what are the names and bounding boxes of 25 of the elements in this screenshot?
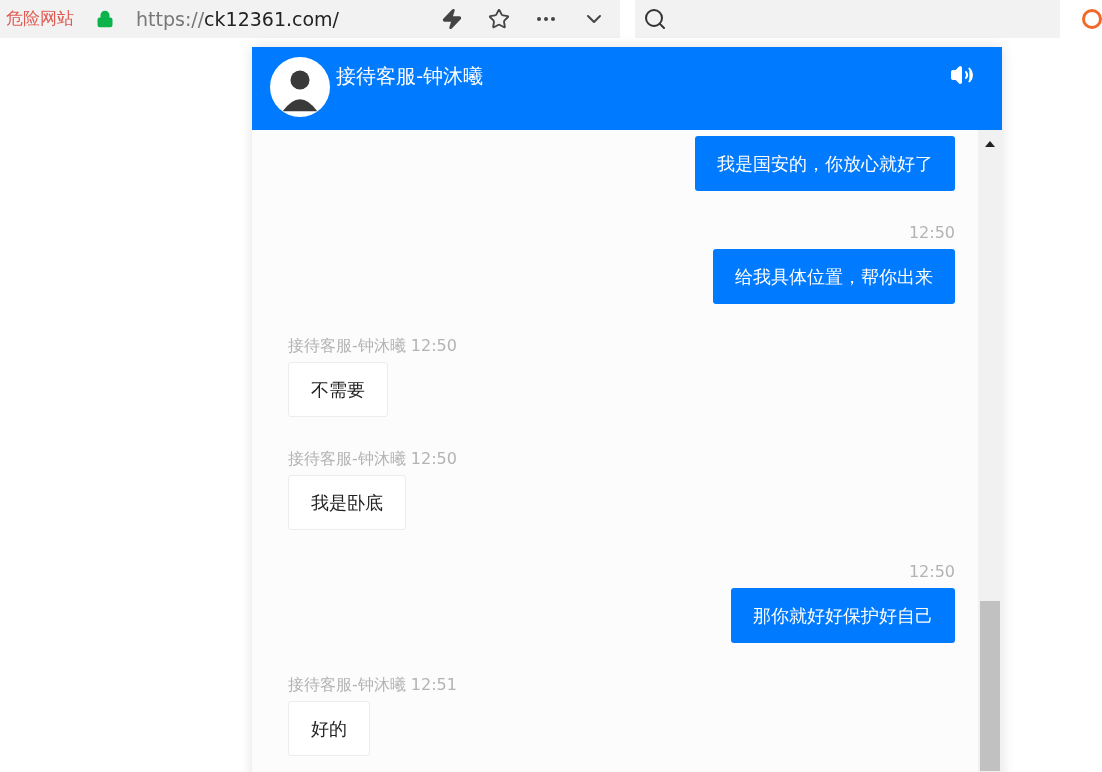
message-bubble: 我是国安的，你放心就好了 bbox=[695, 136, 955, 191]
search-icon bbox=[643, 7, 668, 31]
url-text: https://ck12361.com/ bbox=[136, 6, 340, 32]
message-bubble: 不需要 bbox=[288, 362, 388, 417]
message-bubble: 那你就好好保护好自己 bbox=[731, 588, 955, 643]
message-meta: 接待客服-钟沐曦 12:51 bbox=[288, 675, 457, 695]
search-field[interactable] bbox=[635, 0, 1060, 38]
lock-icon bbox=[96, 10, 114, 28]
scrollbar[interactable] bbox=[978, 130, 1002, 772]
lightning-icon[interactable] bbox=[441, 8, 464, 30]
scrollbar-thumb[interactable] bbox=[980, 601, 1000, 771]
message-bubble: 给我具体位置，帮你出来 bbox=[713, 249, 955, 304]
star-icon[interactable] bbox=[488, 8, 511, 30]
message-bubble: 我是卧底 bbox=[288, 475, 406, 530]
message-meta: 12:50 bbox=[908, 562, 955, 582]
address-bar[interactable]: 危险网站 https://ck12361.com/ bbox=[0, 0, 621, 38]
scroll-up-icon[interactable] bbox=[985, 141, 995, 147]
message-meta: 12:50 bbox=[908, 223, 955, 243]
speaker-icon[interactable] bbox=[950, 63, 974, 87]
message-bubble: 好的 bbox=[288, 701, 370, 756]
chat-title: 接待客服-钟沐曦 bbox=[336, 63, 484, 90]
message-meta: 接待客服-钟沐曦 12:50 bbox=[288, 336, 457, 356]
message-meta: 接待客服-钟沐曦 12:50 bbox=[288, 449, 457, 469]
app-icon[interactable] bbox=[1082, 9, 1102, 29]
warning-label: 危险网站 bbox=[6, 7, 74, 31]
